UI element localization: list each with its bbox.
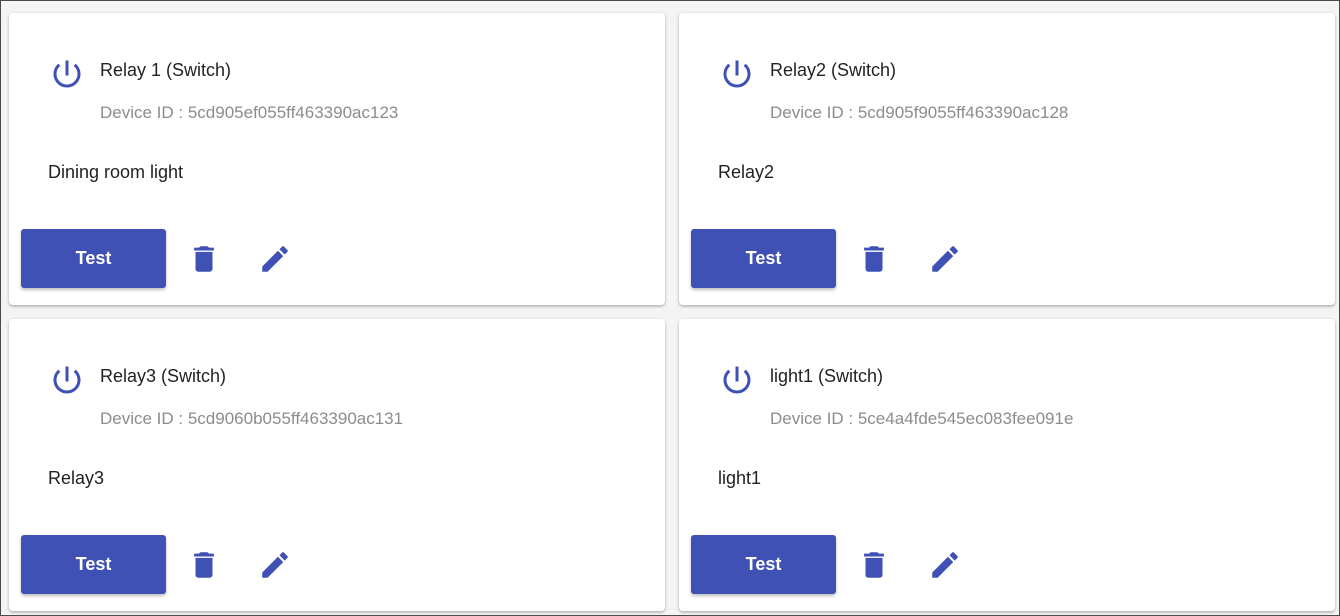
device-title: Relay 1 (Switch) [100, 60, 232, 80]
device-id: Device ID : 5cd905ef055ff463390ac123 [100, 103, 399, 122]
power-icon [719, 362, 755, 398]
delete-icon[interactable] [855, 546, 893, 584]
device-description: Relay3 [48, 468, 105, 488]
power-icon [49, 56, 85, 92]
power-icon [719, 56, 755, 92]
device-card: Relay3 (Switch) Device ID : 5cd9060b055f… [9, 319, 665, 611]
test-button[interactable]: Test [21, 229, 166, 288]
device-description: Relay2 [718, 162, 775, 182]
delete-icon[interactable] [185, 546, 223, 584]
test-button[interactable]: Test [691, 229, 836, 288]
device-card: Relay2 (Switch) Device ID : 5cd905f9055f… [679, 13, 1335, 305]
device-id: Device ID : 5cd9060b055ff463390ac131 [100, 409, 404, 428]
device-description: light1 [718, 468, 762, 488]
device-title: Relay3 (Switch) [100, 366, 227, 386]
edit-icon[interactable] [926, 240, 964, 278]
delete-icon[interactable] [185, 240, 223, 278]
device-id: Device ID : 5cd905f9055ff463390ac128 [770, 103, 1069, 122]
power-icon [49, 362, 85, 398]
device-card: Relay 1 (Switch) Device ID : 5cd905ef055… [9, 13, 665, 305]
delete-icon[interactable] [855, 240, 893, 278]
device-id: Device ID : 5ce4a4fde545ec083fee091e [770, 409, 1074, 428]
test-button[interactable]: Test [21, 535, 166, 594]
test-button[interactable]: Test [691, 535, 836, 594]
edit-icon[interactable] [256, 546, 294, 584]
device-grid: Relay 1 (Switch) Device ID : 5cd905ef055… [0, 0, 1340, 616]
edit-icon[interactable] [926, 546, 964, 584]
device-card: light1 (Switch) Device ID : 5ce4a4fde545… [679, 319, 1335, 611]
device-title: Relay2 (Switch) [770, 60, 897, 80]
edit-icon[interactable] [256, 240, 294, 278]
device-description: Dining room light [48, 162, 184, 182]
device-title: light1 (Switch) [770, 366, 884, 386]
